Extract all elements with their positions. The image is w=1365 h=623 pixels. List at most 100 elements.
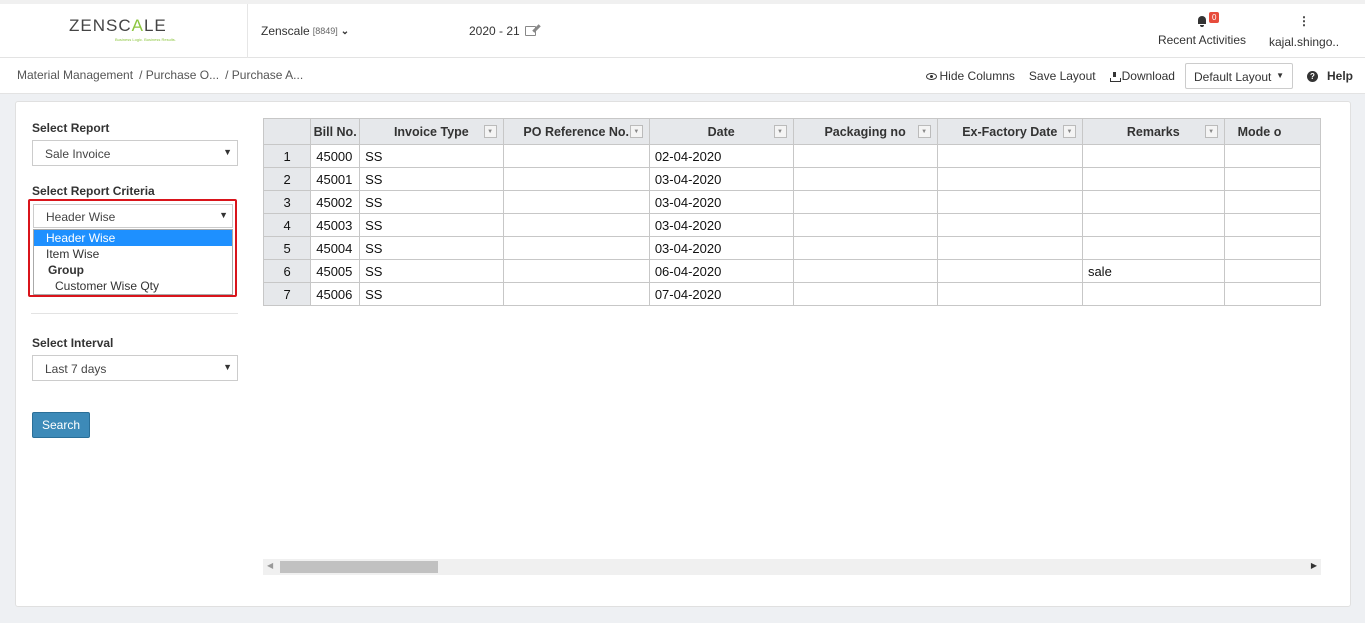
po-reference-cell[interactable] xyxy=(502,282,650,306)
po-reference-cell[interactable] xyxy=(502,213,650,237)
invoice-type-cell[interactable]: SS xyxy=(359,144,504,168)
layout-select[interactable]: Default Layout ▼ xyxy=(1184,63,1293,89)
invoice-type-cell[interactable]: SS xyxy=(359,236,504,260)
table-row[interactable]: 1 45000 SS 02-04-2020 xyxy=(263,144,1321,168)
date-cell[interactable]: 02-04-2020 xyxy=(648,144,794,168)
financial-year[interactable]: 2020 - 21 xyxy=(469,24,536,38)
packaging-no-cell[interactable] xyxy=(792,236,938,260)
user-menu[interactable]: ⋮ kajal.shingo.. xyxy=(1269,15,1339,49)
po-reference-cell[interactable] xyxy=(502,236,650,260)
filter-icon[interactable]: ▼ xyxy=(773,125,787,138)
mode-cell[interactable] xyxy=(1223,282,1321,306)
filter-icon[interactable]: ▼ xyxy=(917,125,931,138)
ex-factory-date-cell[interactable] xyxy=(936,259,1083,283)
breadcrumb-item[interactable]: / Purchase O... xyxy=(139,68,219,82)
mode-cell[interactable] xyxy=(1223,190,1321,214)
table-row[interactable]: 2 45001 SS 03-04-2020 xyxy=(263,167,1321,191)
column-header-packaging-no[interactable]: Packaging no ▼ xyxy=(792,118,938,145)
remarks-cell[interactable] xyxy=(1081,213,1225,237)
remarks-cell[interactable] xyxy=(1081,282,1225,306)
invoice-type-cell[interactable]: SS xyxy=(359,213,504,237)
ex-factory-date-cell[interactable] xyxy=(936,236,1083,260)
invoice-type-cell[interactable]: SS xyxy=(359,190,504,214)
filter-icon[interactable]: ▼ xyxy=(1204,125,1218,138)
mode-cell[interactable] xyxy=(1223,167,1321,191)
bill-no-cell[interactable]: 45005 xyxy=(310,259,361,283)
download-button[interactable]: Download xyxy=(1109,69,1175,83)
search-button[interactable]: Search xyxy=(32,412,90,438)
column-header-remarks[interactable]: Remarks ▼ xyxy=(1081,118,1225,145)
mode-cell[interactable] xyxy=(1223,144,1321,168)
recent-activities[interactable]: Recent Activities xyxy=(1157,12,1247,47)
packaging-no-cell[interactable] xyxy=(792,213,938,237)
packaging-no-cell[interactable] xyxy=(792,167,938,191)
bill-no-cell[interactable]: 45000 xyxy=(310,144,361,168)
edit-icon[interactable] xyxy=(524,26,536,36)
remarks-cell[interactable] xyxy=(1081,167,1225,191)
invoice-type-cell[interactable]: SS xyxy=(359,167,504,191)
interval-select[interactable]: Last 7 days ▼ xyxy=(32,355,238,381)
criteria-option-item-wise[interactable]: Item Wise xyxy=(34,246,232,262)
ex-factory-date-cell[interactable] xyxy=(936,144,1083,168)
ex-factory-date-cell[interactable] xyxy=(936,213,1083,237)
bill-no-cell[interactable]: 45003 xyxy=(310,213,361,237)
remarks-cell[interactable] xyxy=(1081,236,1225,260)
bill-no-cell[interactable]: 45006 xyxy=(310,282,361,306)
column-header-bill-no[interactable]: Bill No. xyxy=(310,118,361,145)
filter-icon[interactable]: ▼ xyxy=(483,125,497,138)
remarks-cell[interactable]: sale xyxy=(1081,259,1225,283)
date-cell[interactable]: 03-04-2020 xyxy=(648,190,794,214)
date-cell[interactable]: 03-04-2020 xyxy=(648,236,794,260)
ex-factory-date-cell[interactable] xyxy=(936,167,1083,191)
column-header-po-reference[interactable]: PO Reference No. ▼ xyxy=(502,118,650,145)
packaging-no-cell[interactable] xyxy=(792,144,938,168)
remarks-cell[interactable] xyxy=(1081,144,1225,168)
mode-cell[interactable] xyxy=(1223,259,1321,283)
date-cell[interactable]: 07-04-2020 xyxy=(648,282,794,306)
criteria-option-header-wise[interactable]: Header Wise xyxy=(34,230,232,246)
mode-cell[interactable] xyxy=(1223,213,1321,237)
po-reference-cell[interactable] xyxy=(502,259,650,283)
date-cell[interactable]: 03-04-2020 xyxy=(648,167,794,191)
column-header-ex-factory-date[interactable]: Ex-Factory Date ▼ xyxy=(936,118,1083,145)
ex-factory-date-cell[interactable] xyxy=(936,190,1083,214)
remarks-cell[interactable] xyxy=(1081,190,1225,214)
bill-no-cell[interactable]: 45001 xyxy=(310,167,361,191)
logo[interactable]: ZENSCALE xyxy=(69,16,167,36)
scrollbar-thumb[interactable] xyxy=(280,561,438,573)
save-layout-button[interactable]: Save Layout xyxy=(1029,69,1096,83)
table-row[interactable]: 6 45005 SS 06-04-2020 sale xyxy=(263,259,1321,283)
criteria-select[interactable]: Header Wise ▼ xyxy=(33,204,233,228)
table-row[interactable]: 4 45003 SS 03-04-2020 xyxy=(263,213,1321,237)
ex-factory-date-cell[interactable] xyxy=(936,282,1083,306)
date-cell[interactable]: 06-04-2020 xyxy=(648,259,794,283)
scroll-left-icon[interactable]: ◀ xyxy=(267,561,273,570)
report-select[interactable]: Sale Invoice ▼ xyxy=(32,140,238,166)
column-header-date[interactable]: Date ▼ xyxy=(648,118,794,145)
packaging-no-cell[interactable] xyxy=(792,190,938,214)
mode-cell[interactable] xyxy=(1223,236,1321,260)
table-row[interactable]: 7 45006 SS 07-04-2020 xyxy=(263,282,1321,306)
po-reference-cell[interactable] xyxy=(502,144,650,168)
packaging-no-cell[interactable] xyxy=(792,282,938,306)
hide-columns-button[interactable]: Hide Columns xyxy=(925,69,1015,83)
breadcrumb-item[interactable]: Material Management xyxy=(17,68,133,82)
company-selector[interactable]: Zenscale [8849] ⌄ xyxy=(261,24,349,38)
filter-icon[interactable]: ▼ xyxy=(629,125,643,138)
column-header-invoice-type[interactable]: Invoice Type ▼ xyxy=(359,118,504,145)
table-row[interactable]: 5 45004 SS 03-04-2020 xyxy=(263,236,1321,260)
horizontal-scrollbar[interactable]: ◀ ▶ xyxy=(263,559,1321,575)
criteria-option-customer-wise-qty[interactable]: Customer Wise Qty xyxy=(34,278,232,294)
po-reference-cell[interactable] xyxy=(502,190,650,214)
bill-no-cell[interactable]: 45004 xyxy=(310,236,361,260)
packaging-no-cell[interactable] xyxy=(792,259,938,283)
breadcrumb-item[interactable]: / Purchase A... xyxy=(225,68,303,82)
invoice-type-cell[interactable]: SS xyxy=(359,282,504,306)
filter-icon[interactable]: ▼ xyxy=(1062,125,1076,138)
scroll-right-icon[interactable]: ▶ xyxy=(1311,561,1317,570)
date-cell[interactable]: 03-04-2020 xyxy=(648,213,794,237)
invoice-type-cell[interactable]: SS xyxy=(359,259,504,283)
column-header-mode[interactable]: Mode o xyxy=(1223,118,1321,145)
table-row[interactable]: 3 45002 SS 03-04-2020 xyxy=(263,190,1321,214)
help-button[interactable]: ? Help xyxy=(1306,69,1353,83)
